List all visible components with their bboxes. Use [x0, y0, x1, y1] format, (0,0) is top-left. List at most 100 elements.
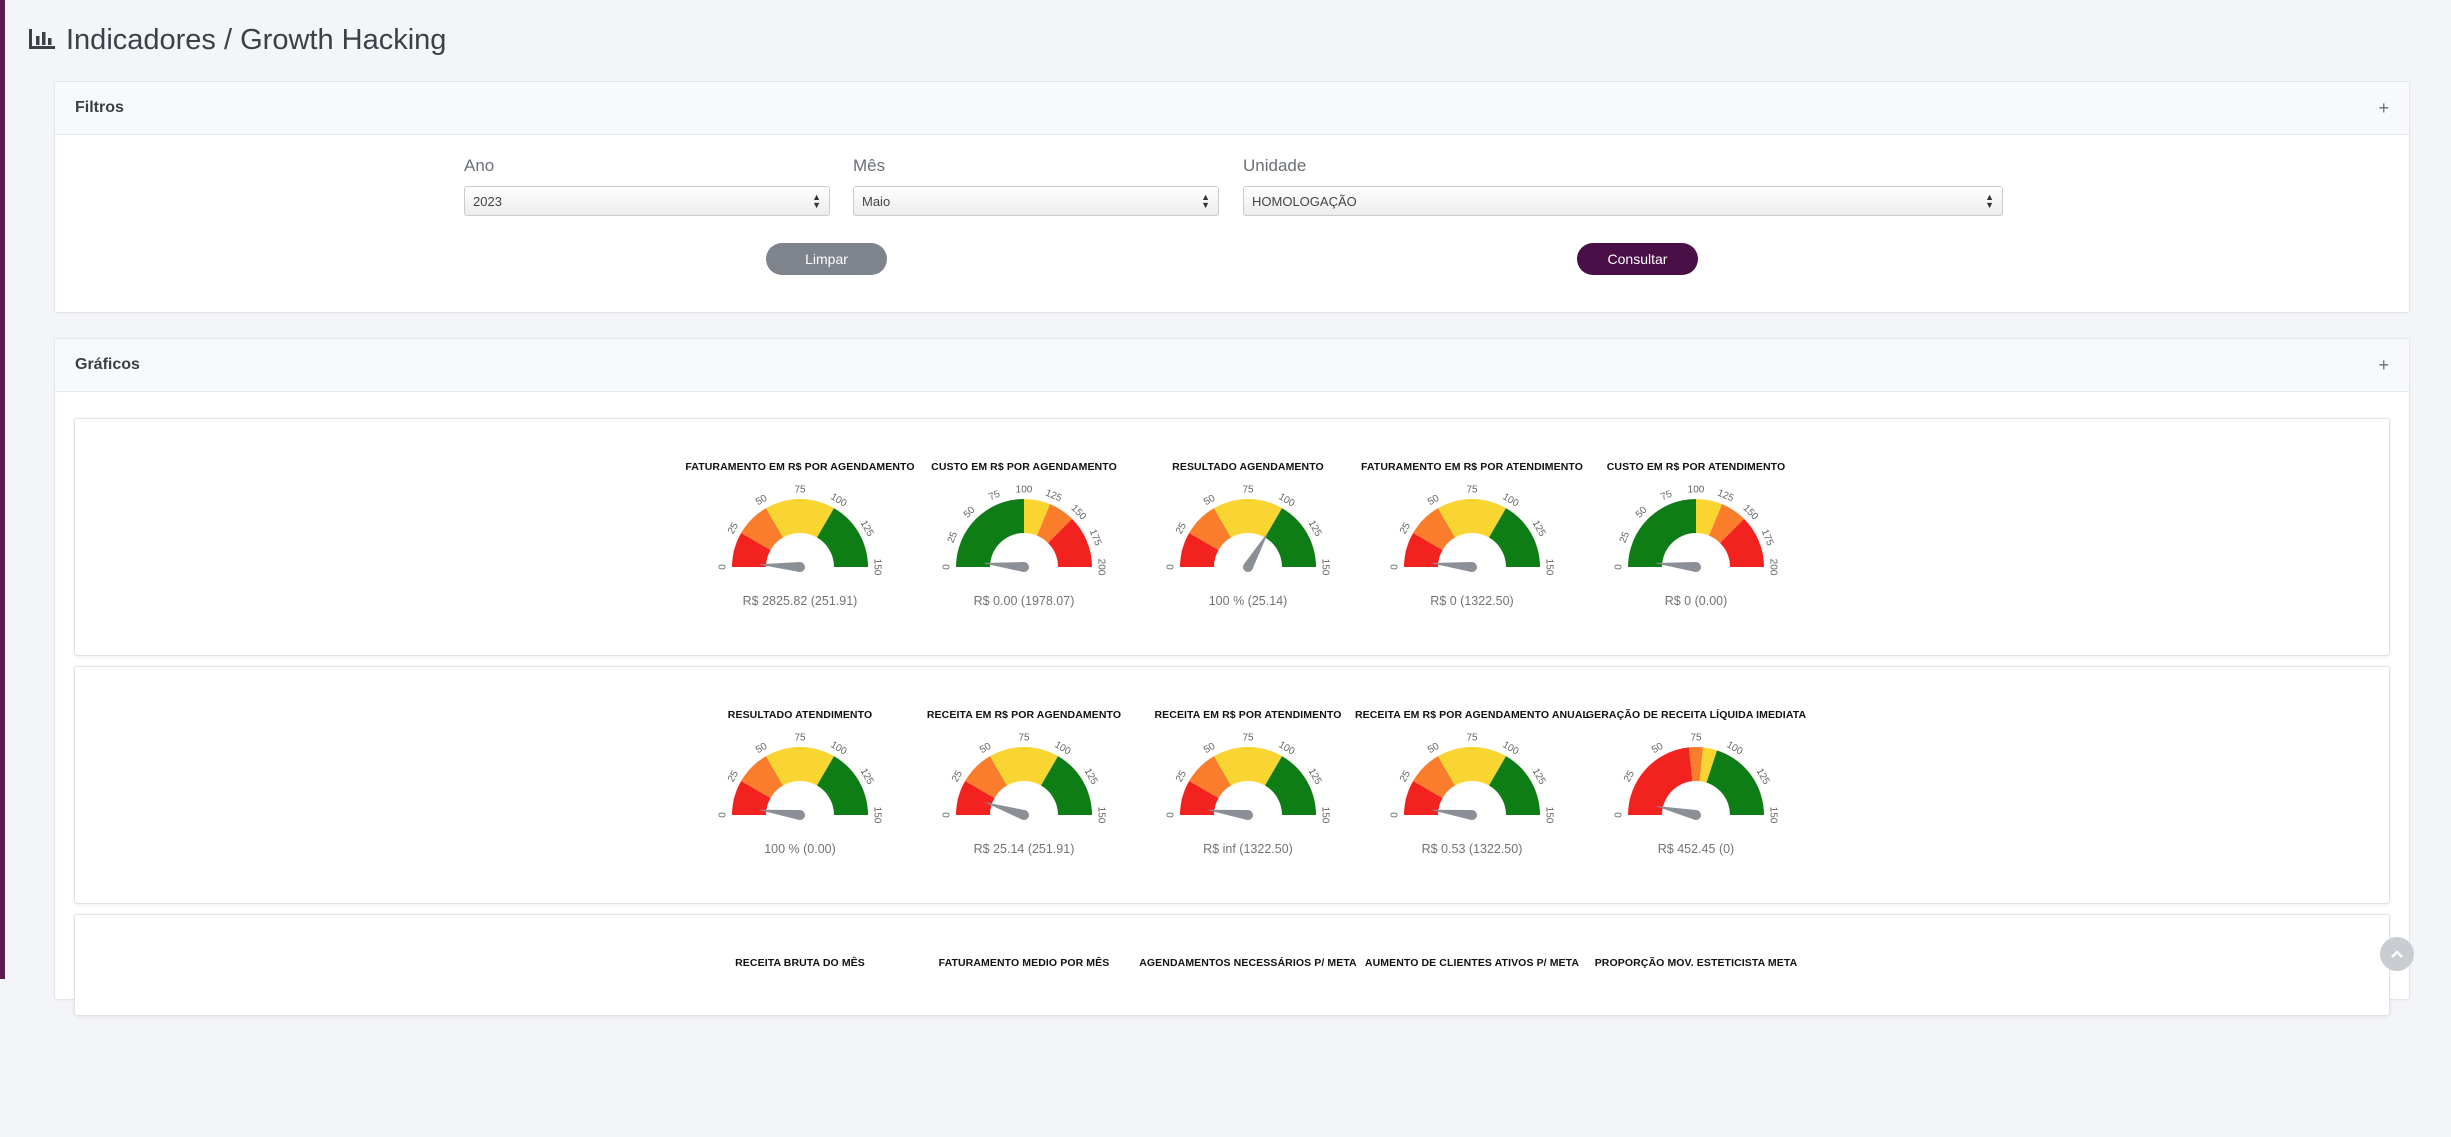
gauge-band — [1628, 747, 1693, 815]
gauge-title: AGENDAMENTOS NECESSÁRIOS P/ META — [1139, 957, 1357, 969]
gauge-tick-label: 75 — [1659, 489, 1674, 504]
gauge-tick-label: 50 — [1202, 741, 1218, 756]
mes-field: Mês Maio ▲ ▼ — [853, 156, 1219, 216]
gauge-value: R$ 0 (0.00) — [1664, 594, 1728, 608]
gauge-needle-hub — [1243, 810, 1253, 820]
gauge-tick-label: 75 — [1242, 485, 1254, 496]
gauge-tick-label: 150 — [1095, 807, 1106, 824]
gauge-title: RESULTADO AGENDAMENTO — [1172, 461, 1324, 473]
gauge-needle-hub — [795, 810, 805, 820]
gauge-tick-label: 0 — [718, 564, 729, 570]
gauge-tick-label: 25 — [1174, 521, 1189, 537]
gauge-svg: 0255075100125150 — [1390, 485, 1555, 576]
gauge-chart: FATURAMENTO EM R$ POR AGENDAMENTO 0 25 50 75… — [685, 461, 914, 641]
gauge-tick-label: 0 — [1614, 812, 1625, 818]
gauge-svg: 0255075100125150 — [1390, 733, 1555, 824]
gauge-needle-hub — [1691, 810, 1701, 820]
gauge-tick-label: 25 — [1174, 769, 1189, 785]
gauge-tick-label: 150 — [871, 559, 882, 576]
filters-header[interactable]: Filtros + — [55, 82, 2409, 135]
gauge-panel-2: RESULTADO ATENDIMENTO 0 25 50 75 100 125 150 100… — [74, 666, 2390, 904]
charts-card: Gráficos + FATURAMENTO EM R$ POR AGENDAM… — [54, 338, 2410, 1016]
gauge-tick-label: 150 — [1543, 559, 1554, 576]
gauge-tick-label: 175 — [1087, 528, 1104, 548]
gauge-tick-label: 75 — [794, 485, 806, 496]
ano-field: Ano 2023 ▲ ▼ — [464, 156, 830, 216]
gauge-needle-hub — [1243, 562, 1253, 572]
gauge-tick-label: 0 — [1390, 564, 1401, 570]
gauge-value: R$ 0.53 (1322.50) — [1421, 842, 1523, 856]
gauge-chart: RECEITA EM R$ POR AGENDAMENTO 0 25 50 75 100 1… — [927, 709, 1121, 889]
gauge-title: FATURAMENTO EM R$ POR ATENDIMENTO — [1360, 461, 1584, 473]
gauge-tick-label: 0 — [718, 812, 729, 818]
gauge-title: CUSTO EM R$ POR ATENDIMENTO — [1606, 461, 1786, 473]
select-arrows-icon: ▲ ▼ — [1985, 192, 1994, 210]
page-header: Indicadores / Growth Hacking — [28, 20, 446, 60]
gauge-tick-label: 75 — [1466, 733, 1478, 744]
unidade-select[interactable]: HOMOLOGAÇÃO ▲ ▼ — [1243, 186, 2003, 216]
gauge-chart: CUSTO EM R$ POR ATENDIMENTO 0 25 50 75 100 125… — [1606, 461, 1786, 641]
select-arrows-icon: ▲ ▼ — [1201, 192, 1210, 210]
gauge-chart: AUMENTO DE CLIENTES ATIVOS P/ META — [1365, 957, 1579, 1137]
gauge-tick-label: 50 — [1426, 493, 1442, 508]
consult-button[interactable]: Consultar — [1577, 243, 1698, 275]
gauge-tick-label: 25 — [1622, 769, 1637, 785]
gauge-panel-1: FATURAMENTO EM R$ POR AGENDAMENTO 0 25 50 75… — [74, 418, 2390, 656]
gauge-tick-label: 0 — [1614, 564, 1625, 570]
bar-chart-icon — [28, 27, 58, 53]
gauge-tick-label: 25 — [950, 769, 965, 785]
gauge-panel-3: RECEITA BRUTA DO MÊS FATURAMENTO MEDIO PO… — [74, 914, 2390, 1016]
gauge-tick-label: 125 — [1716, 488, 1736, 505]
gauge-tick-label: 50 — [1634, 505, 1650, 521]
gauge-svg: 0255075100125150 — [718, 485, 883, 576]
unidade-label: Unidade — [1243, 156, 1307, 175]
gauge-value: R$ 0.00 (1978.07) — [973, 594, 1075, 608]
gauge-svg: 0255075100125150 — [1614, 733, 1779, 824]
mes-label: Mês — [853, 156, 886, 175]
gauge-tick-label: 0 — [942, 564, 953, 570]
scroll-to-top-button[interactable] — [2380, 937, 2414, 971]
gauge-tick-label: 150 — [871, 807, 882, 824]
ano-label: Ano — [464, 156, 495, 175]
gauge-tick-label: 25 — [1398, 769, 1413, 785]
gauge-band — [1706, 750, 1764, 815]
gauge-needle-hub — [1691, 562, 1701, 572]
charts-expand-icon[interactable]: + — [2378, 355, 2389, 376]
gauge-title: RECEITA EM R$ POR ATENDIMENTO — [1154, 709, 1342, 721]
gauge-needle — [984, 802, 1026, 820]
gauge-title: RECEITA EM R$ POR AGENDAMENTO ANUAL — [1354, 709, 1590, 721]
gauge-value: R$ 0 (1322.50) — [1430, 594, 1514, 608]
filters-expand-icon[interactable]: + — [2378, 98, 2389, 119]
gauge-title: AUMENTO DE CLIENTES ATIVOS P/ META — [1364, 957, 1580, 969]
gauge-tick-label: 100 — [1688, 485, 1705, 496]
mes-select[interactable]: Maio ▲ ▼ — [853, 186, 1219, 216]
mes-value: Maio — [862, 193, 891, 209]
gauge-tick-label: 50 — [1426, 741, 1442, 756]
gauge-title: RECEITA EM R$ POR AGENDAMENTO — [926, 709, 1122, 721]
gauge-needle-hub — [1019, 562, 1029, 572]
charts-title: Gráficos — [75, 356, 140, 373]
gauge-chart: GERAÇÃO DE RECEITA LÍQUIDA IMEDIATA 0 25 50… — [1586, 709, 1806, 889]
gauge-chart: RESULTADO ATENDIMENTO 0 25 50 75 100 125 150 100… — [710, 709, 890, 889]
gauge-title: RESULTADO ATENDIMENTO — [727, 709, 873, 721]
left-accent-stripe — [0, 0, 5, 979]
gauge-tick-label: 100 — [1016, 485, 1033, 496]
clear-button[interactable]: Limpar — [766, 243, 887, 275]
charts-header[interactable]: Gráficos + — [55, 339, 2409, 392]
gauge-tick-label: 0 — [942, 812, 953, 818]
gauge-needle-hub — [1467, 562, 1477, 572]
gauge-chart: RECEITA EM R$ POR AGENDAMENTO ANUAL 0 25 50… — [1355, 709, 1589, 889]
gauge-tick-label: 0 — [1166, 564, 1177, 570]
gauge-tick-label: 75 — [1466, 485, 1478, 496]
gauge-svg: 0255075100125150 — [1166, 733, 1331, 824]
gauge-tick-label: 25 — [726, 769, 741, 785]
gauge-tick-label: 200 — [1767, 559, 1778, 576]
gauge-tick-label: 50 — [1202, 493, 1218, 508]
gauge-tick-label: 50 — [1650, 741, 1666, 756]
ano-select[interactable]: 2023 ▲ ▼ — [464, 186, 830, 216]
gauge-tick-label: 75 — [1242, 733, 1254, 744]
gauge-tick-label: 75 — [794, 733, 806, 744]
gauge-chart: RECEITA EM R$ POR ATENDIMENTO 0 25 50 75 100 1… — [1154, 709, 1341, 889]
gauge-value: R$ 2825.82 (251.91) — [742, 594, 858, 608]
gauge-tick-label: 200 — [1095, 559, 1106, 576]
